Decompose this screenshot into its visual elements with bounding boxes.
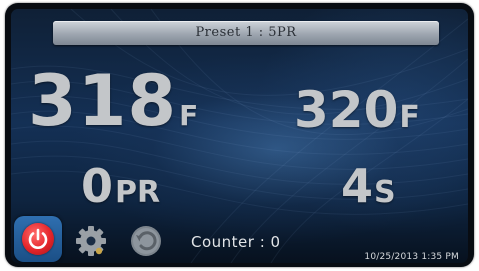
preset-label: Preset 1 : 5PR [195,25,297,40]
set-temperature-reading[interactable]: 320F [294,81,420,139]
set-temperature-unit: F [399,100,420,135]
time-reading[interactable]: 4S [341,159,396,213]
power-icon [28,228,48,249]
settings-button[interactable] [74,224,108,258]
actual-temperature-reading[interactable]: 318F [28,60,198,142]
actual-temperature-unit: F [179,99,199,132]
pressure-reading[interactable]: 0PR [81,159,160,213]
time-value: 4 [341,159,374,213]
device-frame: Preset 1 : 5PR 318F 320F 0PR 4S Counter … [5,3,474,267]
date-time-display: 10/25/2013 1:35 PM [364,252,459,262]
gear-icon [76,226,106,256]
counter-label: Counter : 0 [191,233,281,251]
reset-counter-button[interactable] [129,224,163,258]
power-button-face [22,223,54,255]
actual-temperature-value: 318 [28,60,178,142]
reset-icon [131,226,161,256]
set-temperature-value: 320 [294,81,399,139]
pressure-unit: PR [115,175,161,210]
touch-screen: Preset 1 : 5PR 318F 320F 0PR 4S Counter … [11,9,468,263]
power-button[interactable] [14,216,62,262]
preset-selector[interactable]: Preset 1 : 5PR [53,21,439,45]
pressure-value: 0 [81,159,114,213]
time-unit: S [374,175,396,210]
